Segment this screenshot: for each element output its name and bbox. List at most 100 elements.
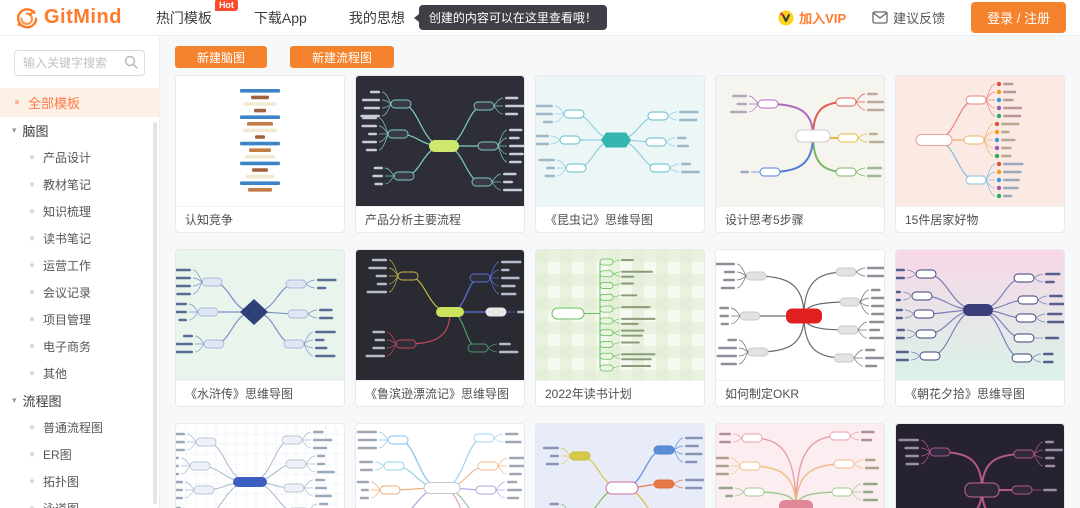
bullet-icon: ●	[29, 477, 35, 487]
feedback-link[interactable]: 建议反馈	[872, 8, 945, 27]
template-thumbnail	[536, 76, 704, 206]
caret-down-icon: ▾	[12, 125, 17, 136]
caret-down-icon: ▾	[12, 395, 17, 406]
header-right: 加入VIP 建议反馈 登录 / 注册	[778, 2, 1066, 33]
nav-my-mindmaps[interactable]: 我的思想	[349, 8, 405, 28]
template-card-3[interactable]: 设计思考5步骤	[715, 75, 885, 233]
template-thumbnail	[896, 424, 1064, 508]
category-sidebar: ●全部模板▾脑图●产品设计●教材笔记●知识梳理●读书笔记●运营工作●会议记录●项…	[0, 36, 160, 508]
template-thumbnail	[356, 250, 524, 380]
template-card-6[interactable]: 《鲁滨逊漂流记》思维导图	[355, 249, 525, 407]
card-title: 《水浒传》思维导图	[176, 380, 344, 406]
bullet-icon: ●	[29, 234, 35, 244]
sidebar-item-11[interactable]: ▾ 流程图	[0, 387, 159, 414]
bullet-icon: ●	[29, 315, 35, 325]
template-card-9[interactable]: 《朝花夕拾》思维导图	[895, 249, 1065, 407]
search-box	[14, 50, 145, 76]
bullet-icon: ●	[29, 450, 35, 460]
sidebar-item-9[interactable]: ● 电子商务	[0, 333, 159, 360]
template-card-10[interactable]	[175, 423, 345, 508]
sidebar-item-label: 会议记录	[43, 284, 91, 301]
template-thumbnail	[896, 76, 1064, 206]
sidebar-item-label: 读书笔记	[43, 230, 91, 247]
sidebar-item-label: 脑图	[23, 121, 49, 140]
vip-icon	[778, 10, 794, 26]
sidebar-item-label: 流程图	[23, 391, 62, 410]
logo-text: GitMind	[44, 6, 122, 29]
sidebar-item-label: 知识梳理	[43, 203, 91, 220]
template-grid: 认知竞争产品分析主要流程《昆虫记》思维导图设计思考5步骤 15件居家好物《水浒传》…	[175, 75, 1065, 508]
card-title: 《昆虫记》思维导图	[536, 206, 704, 232]
sidebar-item-1[interactable]: ▾ 脑图	[0, 117, 159, 144]
sidebar-item-12[interactable]: ●普通流程图	[0, 414, 159, 441]
template-thumbnail	[716, 76, 884, 206]
template-card-11[interactable]	[355, 423, 525, 508]
sidebar-scrollbar[interactable]	[153, 122, 157, 504]
card-title: 如何制定OKR	[716, 380, 884, 406]
card-title: 产品分析主要流程	[356, 206, 524, 232]
envelope-icon	[872, 11, 888, 24]
new-mindmap-button[interactable]: 新建脑图	[175, 46, 267, 68]
template-thumbnail	[356, 76, 524, 206]
category-menu: ●全部模板▾脑图●产品设计●教材笔记●知识梳理●读书笔记●运营工作●会议记录●项…	[0, 88, 159, 508]
bullet-icon: ●	[14, 98, 20, 108]
template-card-5[interactable]: 《水浒传》思维导图	[175, 249, 345, 407]
nav-hot-templates[interactable]: 热门模板 Hot	[156, 8, 212, 28]
sidebar-item-label: 全部模板	[28, 93, 80, 112]
template-card-2[interactable]: 《昆虫记》思维导图	[535, 75, 705, 233]
bullet-icon: ●	[29, 423, 35, 433]
bullet-icon: ●	[29, 369, 35, 379]
bullet-icon: ●	[29, 288, 35, 298]
sidebar-item-label: 其他	[43, 365, 67, 382]
sidebar-item-4[interactable]: ●知识梳理	[0, 198, 159, 225]
bullet-icon: ●	[29, 261, 35, 271]
create-buttons: 新建脑图 新建流程图	[175, 46, 1065, 68]
template-card-14[interactable]	[895, 423, 1065, 508]
sidebar-item-10[interactable]: ● 其他	[0, 360, 159, 387]
template-thumbnail	[716, 424, 884, 508]
template-thumbnail	[356, 424, 524, 508]
sidebar-item-label: 教材笔记	[43, 176, 91, 193]
sidebar-item-label: 运营工作	[43, 257, 91, 274]
join-vip-link[interactable]: 加入VIP	[778, 8, 846, 27]
template-thumbnail	[176, 424, 344, 508]
template-card-4[interactable]: 15件居家好物	[895, 75, 1065, 233]
sidebar-item-label: 产品设计	[43, 149, 91, 166]
gitmind-logo[interactable]: GitMind	[14, 6, 122, 30]
template-card-0[interactable]: 认知竞争	[175, 75, 345, 233]
template-card-13[interactable]	[715, 423, 885, 508]
sidebar-item-15[interactable]: ●泳道图	[0, 495, 159, 508]
card-title: 《朝花夕拾》思维导图	[896, 380, 1064, 406]
search-icon[interactable]	[124, 55, 138, 69]
sidebar-item-label: 电子商务	[43, 338, 91, 355]
template-card-1[interactable]: 产品分析主要流程	[355, 75, 525, 233]
template-thumbnail	[536, 250, 704, 380]
nav-download-app[interactable]: 下载App	[254, 8, 307, 28]
template-thumbnail	[176, 76, 344, 206]
bullet-icon: ●	[29, 342, 35, 352]
sidebar-item-6[interactable]: ● 运营工作	[0, 252, 159, 279]
template-thumbnail	[896, 250, 1064, 380]
new-flowchart-button[interactable]: 新建流程图	[290, 46, 394, 68]
sidebar-item-0[interactable]: ● 全部模板	[0, 88, 159, 117]
sidebar-item-2[interactable]: ● 产品设计	[0, 144, 159, 171]
login-register-button[interactable]: 登录 / 注册	[971, 2, 1066, 33]
sidebar-item-7[interactable]: ● 会议记录	[0, 279, 159, 306]
template-card-12[interactable]	[535, 423, 705, 508]
template-card-7[interactable]: 2022年读书计划	[535, 249, 705, 407]
sidebar-item-label: 拓扑图	[43, 473, 79, 490]
card-title: 认知竞争	[176, 206, 344, 232]
sidebar-item-14[interactable]: ● 拓扑图	[0, 468, 159, 495]
my-mindmaps-tooltip: 创建的内容可以在这里查看哦！	[419, 5, 607, 30]
sidebar-item-13[interactable]: ●ER图	[0, 441, 159, 468]
template-thumbnail	[716, 250, 884, 380]
hot-badge: Hot	[215, 0, 238, 11]
sidebar-item-5[interactable]: ● 读书笔记	[0, 225, 159, 252]
sidebar-item-8[interactable]: ●项目管理	[0, 306, 159, 333]
sidebar-item-3[interactable]: ●教材笔记	[0, 171, 159, 198]
card-title: 设计思考5步骤	[716, 206, 884, 232]
top-header: GitMind 热门模板 Hot 下载App 我的思想 创建的内容可以在这里查看…	[0, 0, 1080, 36]
sidebar-item-label: 泳道图	[43, 500, 79, 508]
template-card-8[interactable]: 如何制定OKR	[715, 249, 885, 407]
bullet-icon: ●	[29, 153, 35, 163]
